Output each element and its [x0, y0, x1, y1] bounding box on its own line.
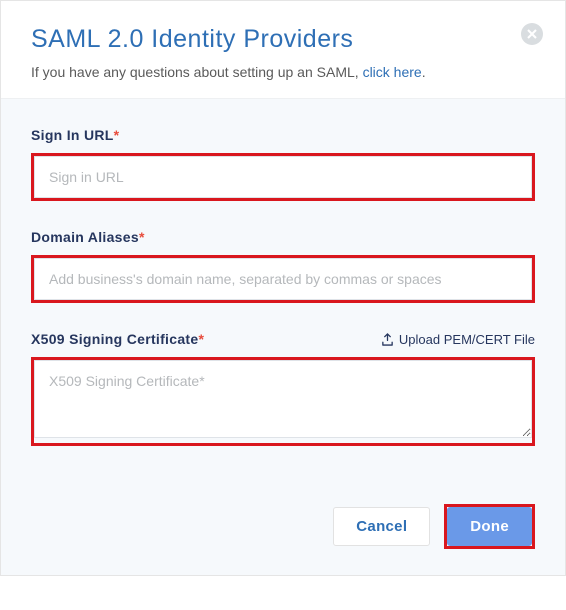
upload-label-text: Upload PEM/CERT File	[399, 332, 535, 347]
modal-subtitle: If you have any questions about setting …	[31, 64, 535, 80]
close-button[interactable]	[521, 23, 543, 45]
upload-icon	[381, 333, 394, 346]
highlight-box	[31, 153, 535, 201]
label-text: X509 Signing Certificate	[31, 331, 198, 347]
x509-label: X509 Signing Certificate*	[31, 331, 204, 347]
label-text: Sign In URL	[31, 127, 114, 143]
modal-title: SAML 2.0 Identity Providers	[31, 25, 535, 54]
help-link[interactable]: click here	[363, 64, 422, 80]
highlight-box	[31, 357, 535, 446]
sign-in-url-group: Sign In URL*	[31, 127, 535, 201]
sign-in-url-input[interactable]	[34, 156, 532, 198]
domain-aliases-group: Domain Aliases*	[31, 229, 535, 303]
label-text: Domain Aliases	[31, 229, 139, 245]
required-mark: *	[114, 127, 120, 143]
saml-idp-modal: SAML 2.0 Identity Providers If you have …	[0, 0, 566, 576]
required-mark: *	[139, 229, 145, 245]
subtitle-text: If you have any questions about setting …	[31, 64, 363, 80]
x509-certificate-textarea[interactable]	[34, 360, 532, 438]
sign-in-url-label: Sign In URL*	[31, 127, 535, 143]
subtitle-suffix: .	[422, 64, 426, 80]
modal-footer: Cancel Done	[1, 484, 565, 575]
modal-body: Sign In URL* Domain Aliases* X509 Signin…	[1, 98, 565, 484]
close-icon	[527, 29, 537, 39]
highlight-box	[31, 255, 535, 303]
cancel-button[interactable]: Cancel	[333, 507, 430, 546]
modal-header: SAML 2.0 Identity Providers If you have …	[1, 1, 565, 98]
x509-label-row: X509 Signing Certificate* Upload PEM/CER…	[31, 331, 535, 347]
domain-aliases-input[interactable]	[34, 258, 532, 300]
domain-aliases-label: Domain Aliases*	[31, 229, 535, 245]
x509-group: X509 Signing Certificate* Upload PEM/CER…	[31, 331, 535, 446]
upload-pem-cert-link[interactable]: Upload PEM/CERT File	[381, 332, 535, 347]
done-button[interactable]: Done	[447, 507, 532, 546]
required-mark: *	[198, 331, 204, 347]
highlight-box: Done	[444, 504, 535, 549]
